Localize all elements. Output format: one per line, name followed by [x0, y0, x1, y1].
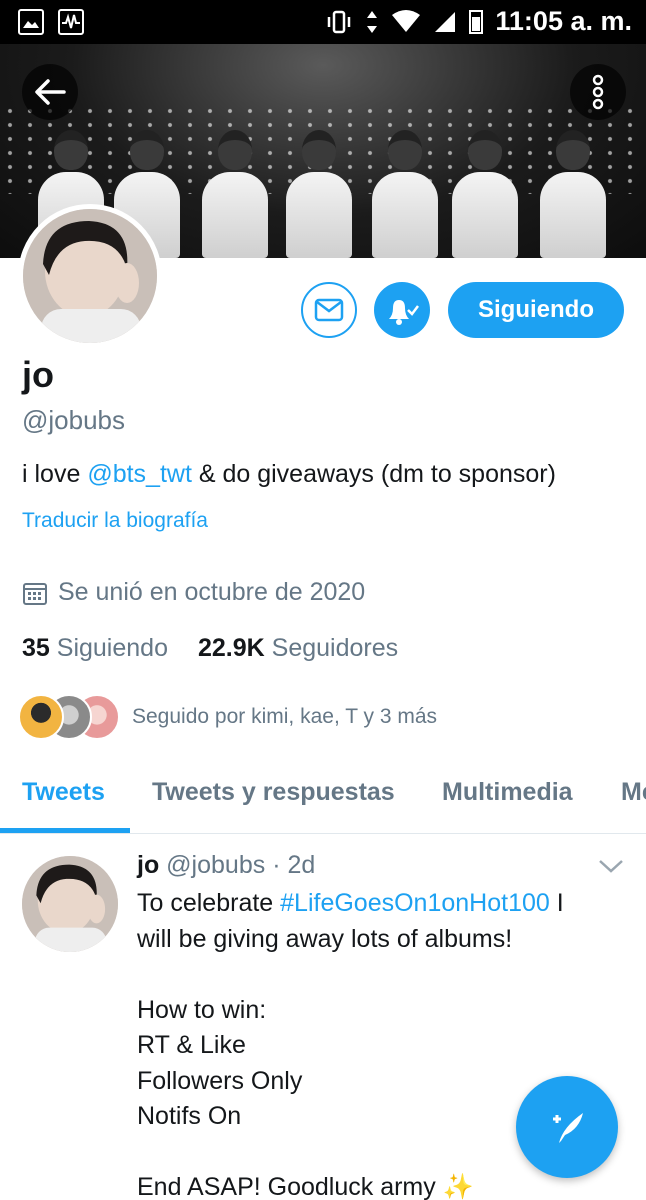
profile-handle: @jobubs: [22, 405, 126, 435]
tweet-line: RT & Like: [137, 1031, 246, 1059]
signal-icon: [435, 11, 456, 32]
tweet-line: [137, 957, 617, 993]
follower-avatar: [18, 694, 64, 740]
tab-tweets-and-replies[interactable]: Tweets y respuestas: [152, 778, 395, 807]
active-tab-indicator: [0, 828, 130, 833]
calendar-icon: [23, 582, 47, 605]
tweet-line: How to win:: [137, 995, 267, 1024]
tweet-age: · 2d: [272, 851, 316, 879]
chevron-down-icon: [599, 860, 623, 873]
profile-name: jo: [22, 354, 54, 395]
bio-text: i love: [22, 460, 88, 488]
status-bar: 11:05 a. m.: [0, 0, 646, 44]
activity-notification-icon: [58, 9, 84, 35]
tweet-avatar[interactable]: [22, 856, 118, 952]
clock: 11:05 a. m.: [495, 6, 632, 36]
tweet-header: jo @jobubs · 2d: [137, 851, 315, 880]
more-options-button[interactable]: [570, 64, 626, 120]
following-label: Siguiendo: [56, 634, 168, 662]
tab-likes[interactable]: Me: [621, 778, 646, 807]
followers-count: 22.9K: [197, 634, 265, 662]
tab-media[interactable]: Multimedia: [442, 778, 573, 807]
tab-tweets[interactable]: Tweets: [22, 778, 105, 807]
battery-icon: [469, 9, 484, 34]
banner-figure: [540, 130, 606, 258]
compose-tweet-button[interactable]: [516, 1076, 618, 1178]
envelope-icon: [314, 298, 344, 322]
tweet-text-segment: To celebrate: [137, 889, 281, 917]
join-date-text: Se unió en octubre de 2020: [58, 578, 366, 606]
tweet-menu-button[interactable]: [598, 858, 624, 879]
followers-stat[interactable]: 22.9K Seguidores: [198, 634, 398, 663]
followed-by[interactable]: Seguido por kimi, kae, T y 3 más: [18, 694, 437, 740]
wifi-icon: [392, 9, 421, 32]
avatar-photo: [22, 856, 118, 952]
tweet-line: End ASAP! Goodluck army ✨: [137, 1170, 617, 1200]
data-transfer-icon: [367, 10, 378, 33]
following-button[interactable]: Siguiendo: [448, 282, 624, 338]
gallery-notification-icon: [18, 9, 44, 35]
tweet-line: will be giving away lots of albums!: [137, 924, 513, 953]
hashtag-link[interactable]: #LifeGoesOn1onHot100: [280, 889, 550, 917]
following-stat[interactable]: 35 Siguiendo: [22, 634, 168, 663]
banner-figure: [202, 130, 268, 258]
tweet-text-segment: End ASAP! Goodluck army: [137, 1173, 436, 1200]
avatar-photo: [23, 209, 157, 343]
back-button[interactable]: [22, 64, 78, 120]
bio-mention-link[interactable]: @bts_twt: [87, 460, 192, 488]
translate-bio-link[interactable]: Traducir la biografía: [22, 509, 208, 533]
sparkles-emoji: ✨: [442, 1173, 474, 1200]
following-count: 35: [22, 634, 50, 662]
notifications-button[interactable]: [374, 282, 430, 338]
profile-bio: i love @bts_twt & do giveaways (dm to sp…: [22, 460, 556, 489]
arrow-left-icon: [35, 79, 66, 105]
more-vertical-icon: [592, 74, 604, 110]
bio-text: & do giveaways (dm to sponsor): [191, 460, 556, 488]
profile-avatar[interactable]: [18, 204, 162, 348]
followers-label: Seguidores: [271, 634, 399, 662]
tweet-text-segment: I: [549, 889, 564, 917]
follow-stats: 35 Siguiendo 22.9K Seguidores: [22, 634, 398, 663]
banner-figure: [452, 130, 518, 258]
profile-tabs: Tweets Tweets y respuestas Multimedia Me: [0, 770, 646, 834]
banner-figure: [372, 130, 438, 258]
join-date: Se unió en octubre de 2020: [22, 578, 365, 607]
tweet-line: To celebrate #LifeGoesOn1onHot100 I: [137, 886, 617, 922]
compose-feather-icon: [553, 1113, 583, 1143]
message-button[interactable]: [301, 282, 357, 338]
tweet-author-handle: @jobubs: [166, 851, 266, 879]
bell-check-icon: [389, 300, 419, 325]
followed-by-text: Seguido por kimi, kae, T y 3 más: [132, 705, 438, 728]
tweet-author-name: jo: [137, 851, 160, 879]
vibrate-icon: [328, 10, 351, 33]
banner-figure: [286, 130, 352, 258]
